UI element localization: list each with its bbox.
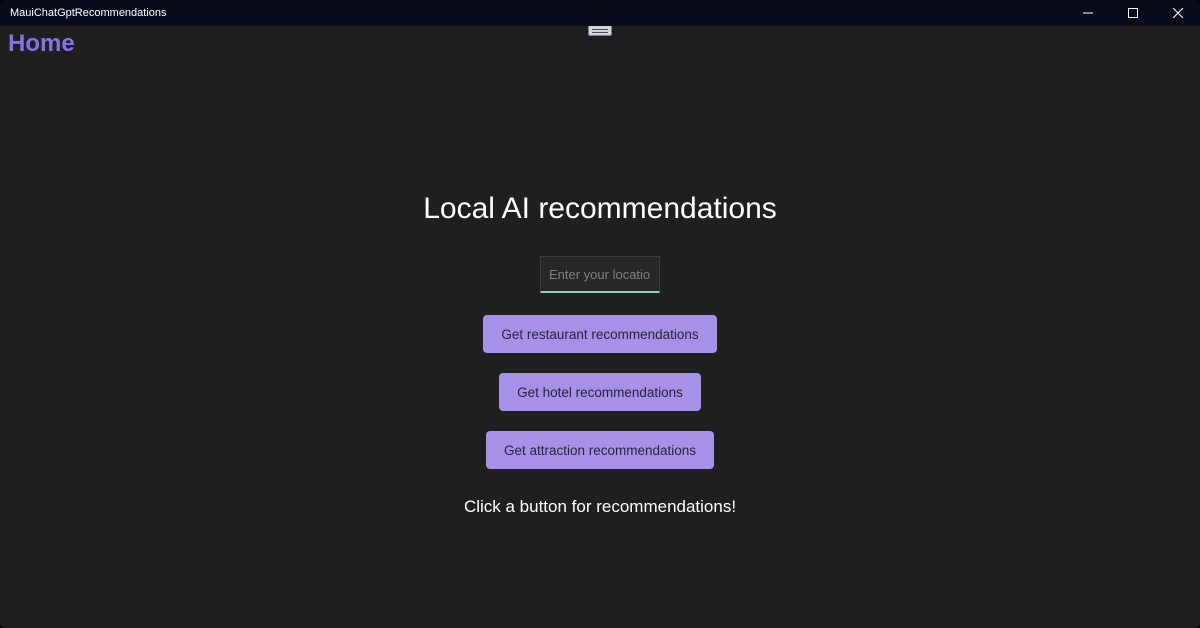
heading: Local AI recommendations xyxy=(423,192,777,226)
page-title: Home xyxy=(8,30,75,58)
location-input[interactable] xyxy=(540,256,660,293)
close-icon xyxy=(1173,8,1183,18)
maximize-button[interactable] xyxy=(1110,0,1155,26)
titlebar: MauiChatGptRecommendations xyxy=(0,0,1200,26)
navbar: Home xyxy=(0,26,1200,62)
minimize-button[interactable] xyxy=(1065,0,1110,26)
minimize-icon xyxy=(1083,8,1093,18)
app-window: MauiChatGptRecommendations Home Local AI… xyxy=(0,0,1200,628)
main-content: Local AI recommendations Get restaurant … xyxy=(0,62,1200,628)
get-hotel-button[interactable]: Get hotel recommendations xyxy=(499,373,701,411)
hint-text: Click a button for recommendations! xyxy=(464,497,736,517)
close-button[interactable] xyxy=(1155,0,1200,26)
get-restaurant-button[interactable]: Get restaurant recommendations xyxy=(483,315,716,353)
app-title: MauiChatGptRecommendations xyxy=(10,7,167,19)
get-attraction-button[interactable]: Get attraction recommendations xyxy=(486,431,714,469)
maximize-icon xyxy=(1128,8,1138,18)
flyout-handle-icon[interactable] xyxy=(588,26,612,36)
window-controls xyxy=(1065,0,1200,26)
